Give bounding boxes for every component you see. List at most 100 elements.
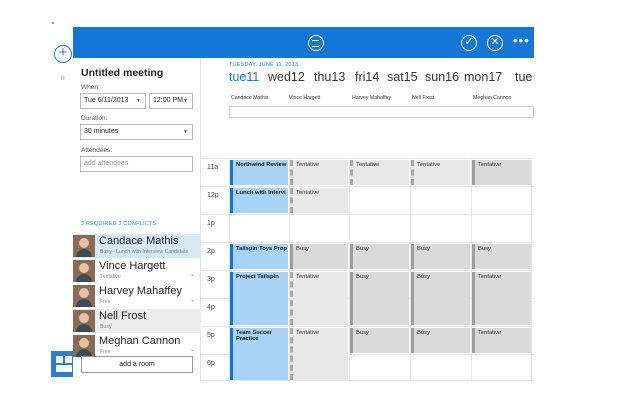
- attendee-name: Meghan Cannon: [99, 335, 181, 347]
- hour-label: 11a: [207, 164, 219, 171]
- time-picker[interactable]: 12:00 PM ▼: [149, 93, 193, 109]
- dot-mark: [52, 22, 54, 24]
- hour-line: [201, 242, 534, 243]
- attendee-name: Candace Mathis: [99, 235, 179, 247]
- column-line: [531, 158, 532, 382]
- event-block[interactable]: Busy: [411, 244, 470, 269]
- attendee-status: Busy - Lunch with Interview Candidate: [100, 249, 189, 255]
- event-block[interactable]: Busy: [350, 244, 409, 269]
- hour-line: [201, 158, 534, 159]
- hour-line: [201, 214, 534, 215]
- column-header: Candace Mathis: [231, 95, 269, 101]
- attendee-item[interactable]: Meghan Cannon Free ⌄: [73, 334, 201, 358]
- event-block[interactable]: Lunch with Intervi: [230, 188, 288, 213]
- hour-label: 5p: [207, 332, 215, 339]
- attendees-input[interactable]: add attendees: [80, 156, 193, 172]
- event-block[interactable]: Project Tailspin: [230, 272, 288, 325]
- column-header: Harvey Mahaffey: [352, 95, 392, 101]
- avatar: [73, 235, 95, 257]
- hour-line: [201, 380, 534, 381]
- event-block[interactable]: Busy: [411, 272, 470, 325]
- attendee-status: Tentative: [100, 274, 121, 280]
- event-block[interactable]: Busy: [350, 328, 409, 353]
- meeting-details-pane: Untitled meeting When: Tue 6/11/2013 ▼ 12…: [73, 58, 201, 382]
- event-block[interactable]: Tentative: [472, 272, 531, 325]
- event-block[interactable]: Tentative: [290, 188, 348, 213]
- add-room-button[interactable]: add a room: [81, 356, 193, 373]
- column-header: Meghan Cannon: [473, 95, 512, 101]
- date-picker[interactable]: Tue 6/11/2013 ▼: [80, 93, 146, 109]
- chevron-down-icon: ▼: [136, 98, 141, 104]
- day-tab[interactable]: thu13: [314, 70, 345, 84]
- event-block[interactable]: Tentative: [472, 160, 531, 185]
- list-icon[interactable]: [308, 35, 324, 51]
- duration-value: 30 minutes: [84, 128, 119, 135]
- column-header: Nell Frost: [412, 95, 435, 101]
- chevron-down-icon: ▼: [183, 98, 188, 104]
- avatar: [73, 310, 95, 332]
- day-tab[interactable]: fri14: [355, 70, 379, 84]
- duration-label: Duration:: [81, 115, 108, 122]
- event-block[interactable]: Busy: [350, 272, 409, 325]
- when-label: When:: [81, 84, 100, 91]
- all-day-row[interactable]: [229, 106, 534, 118]
- event-block[interactable]: Tentative: [350, 160, 409, 185]
- check-circle-icon[interactable]: ✓: [461, 35, 477, 51]
- hour-label: 6p: [207, 360, 215, 367]
- time-value: 12:00 PM: [153, 97, 183, 104]
- event-block[interactable]: Tentative: [290, 160, 348, 185]
- date-header: TUESDAY, JUNE 11, 2013: [229, 62, 299, 68]
- hour-label: 12p: [207, 192, 219, 199]
- attendee-name: Vince Hargett: [99, 260, 166, 272]
- duration-select[interactable]: 30 minutes ▼: [80, 124, 193, 140]
- chevron-down-icon: ▼: [183, 129, 188, 135]
- day-tab[interactable]: sat15: [387, 70, 418, 84]
- attendee-item[interactable]: Nell Frost Busy: [73, 309, 201, 333]
- day-tab[interactable]: tue11: [229, 70, 259, 84]
- close-circle-icon[interactable]: ✕: [487, 35, 503, 51]
- hour-line: [201, 186, 534, 187]
- event-block[interactable]: Tentative: [290, 328, 348, 380]
- attendees-label: Attendees:: [81, 147, 113, 154]
- event-block[interactable]: Busy: [411, 328, 470, 353]
- scheduling-grid: TUESDAY, JUNE 11, 2013 tue11 wed12 thu13…: [201, 58, 534, 382]
- conflicts-summary: 3 REQUIRED 3 CONFLICTS: [81, 221, 157, 227]
- meeting-title[interactable]: Untitled meeting: [81, 67, 163, 79]
- hour-label: 2p: [207, 248, 215, 255]
- event-block[interactable]: Busy: [472, 244, 531, 269]
- chevron-down-icon[interactable]: ⌄: [190, 296, 195, 303]
- event-block[interactable]: Busy: [290, 244, 348, 269]
- event-block[interactable]: Tentative: [472, 328, 531, 353]
- attendee-item[interactable]: Candace Mathis Busy - Lunch with Intervi…: [73, 234, 201, 258]
- hour-line: [201, 270, 534, 271]
- event-block[interactable]: Team Soccer Practice: [230, 328, 288, 380]
- event-block[interactable]: Tentative: [290, 272, 348, 325]
- day-tab[interactable]: sun16: [425, 70, 459, 84]
- event-block[interactable]: Tentative: [411, 160, 470, 185]
- screen: + » ✓ ✕ ••• Untitled meeting When: Tue 6…: [0, 0, 620, 400]
- attendee-item[interactable]: Vince Hargett Tentative ⌄: [73, 259, 201, 283]
- chevron-down-icon[interactable]: ⌄: [190, 271, 195, 278]
- day-tab[interactable]: tue: [515, 70, 532, 84]
- plus-circle-icon[interactable]: +: [54, 45, 72, 63]
- hour-label: 1p: [207, 220, 215, 227]
- avatar: [73, 335, 95, 357]
- meeting-scheduler-window: ✓ ✕ ••• Untitled meeting When: Tue 6/11/…: [73, 27, 534, 382]
- avatar: [73, 285, 95, 307]
- double-chevron-right-icon[interactable]: »: [60, 72, 65, 82]
- chevron-down-icon[interactable]: ⌄: [190, 346, 195, 353]
- attendee-status: Free: [100, 299, 111, 305]
- attendee-item[interactable]: Harvey Mahaffey Free ⌄: [73, 284, 201, 308]
- date-value: Tue 6/11/2013: [84, 97, 129, 104]
- day-tab[interactable]: mon17: [464, 70, 502, 84]
- hour-label: 4p: [207, 304, 215, 311]
- more-icon[interactable]: •••: [513, 33, 530, 48]
- event-block[interactable]: Tailspin Toys Prop: [230, 244, 288, 269]
- hour-label: 3p: [207, 276, 215, 283]
- event-block[interactable]: Northwind Review: [230, 160, 288, 185]
- avatar: [73, 260, 95, 282]
- day-tab[interactable]: wed12: [268, 70, 305, 84]
- attendee-name: Harvey Mahaffey: [99, 285, 182, 297]
- column-header: Vince Hargett: [289, 95, 321, 101]
- attendee-status: Busy: [100, 324, 112, 330]
